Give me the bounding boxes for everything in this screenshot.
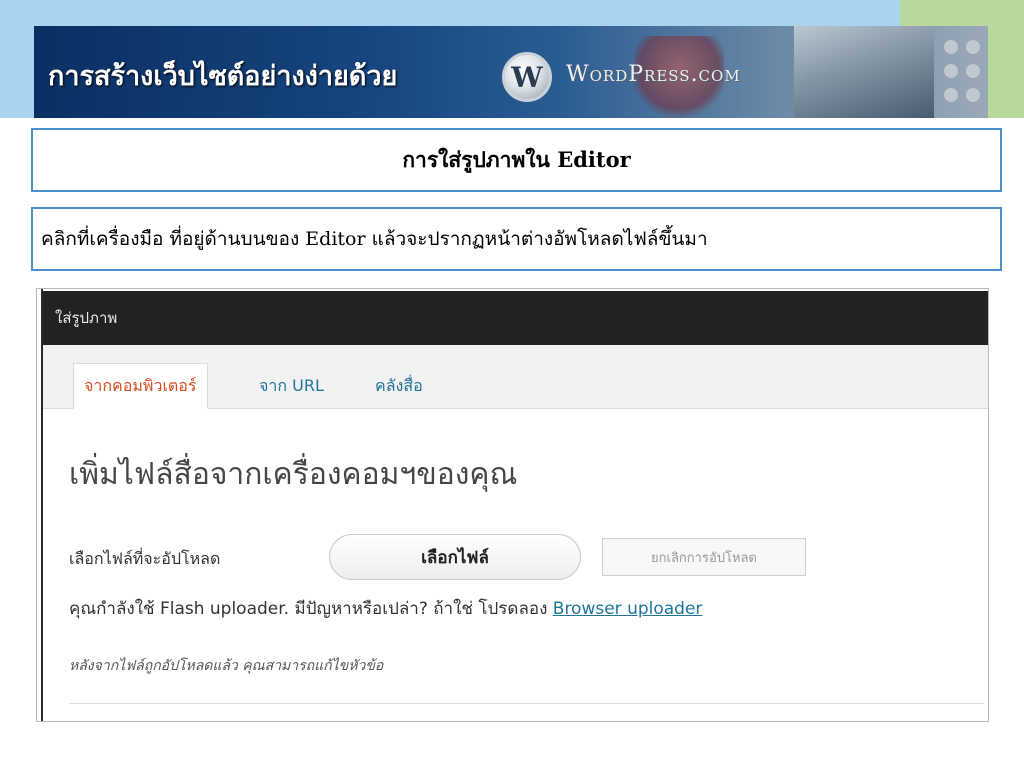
browser-uploader-link[interactable]: Browser uploader [553, 599, 703, 619]
upload-hint: หลังจากไฟล์ถูกอัปโหลดแล้ว คุณสามารถแก้ไข… [69, 658, 384, 674]
dialog-titlebar: ใส่รูปภาพ [43, 291, 988, 345]
banner-photo [794, 26, 934, 118]
divider [69, 703, 984, 704]
dots-decoration [944, 40, 988, 104]
flash-uploader-text: คุณกำลังใช้ Flash uploader. มีปัญหาหรือเ… [69, 599, 553, 619]
tab-media-library[interactable]: คลังสื่อ [365, 363, 433, 409]
slide-heading: การใส่รูปภาพใน Editor [402, 146, 631, 172]
tab-from-url[interactable]: จาก URL [249, 363, 334, 409]
slide-instruction: คลิกที่เครื่องมือ ที่อยู่ด้านบนของ Edito… [41, 228, 708, 250]
select-file-button[interactable]: เลือกไฟล์ [329, 534, 581, 580]
choose-file-label: เลือกไฟล์ที่จะอัปโหลด [69, 549, 221, 568]
wordpress-brand: WordPress.com [566, 62, 741, 87]
cancel-upload-button[interactable]: ยกเลิกการอัปโหลด [602, 538, 806, 576]
header-banner: การสร้างเว็บไซต์อย่างง่ายด้วย W WordPres… [34, 26, 988, 118]
banner-title: การสร้างเว็บไซต์อย่างง่ายด้วย [48, 61, 398, 92]
slide-heading-box: การใส่รูปภาพใน Editor [31, 128, 1002, 192]
wordpress-logo-icon: W [502, 52, 552, 102]
dialog-title: ใส่รูปภาพ [55, 309, 118, 327]
insert-image-dialog: ใส่รูปภาพ จากคอมพิวเตอร์ จาก URL คลังสื่… [36, 288, 989, 722]
flash-uploader-notice: คุณกำลังใช้ Flash uploader. มีปัญหาหรือเ… [69, 595, 702, 622]
upload-heading: เพิ่มไฟล์สื่อจากเครื่องคอมฯของคุณ [69, 457, 518, 492]
tab-from-computer[interactable]: จากคอมพิวเตอร์ [73, 363, 208, 409]
slide-instruction-box: คลิกที่เครื่องมือ ที่อยู่ด้านบนของ Edito… [31, 207, 1002, 271]
dialog-tabs: จากคอมพิวเตอร์ จาก URL คลังสื่อ [43, 345, 988, 409]
